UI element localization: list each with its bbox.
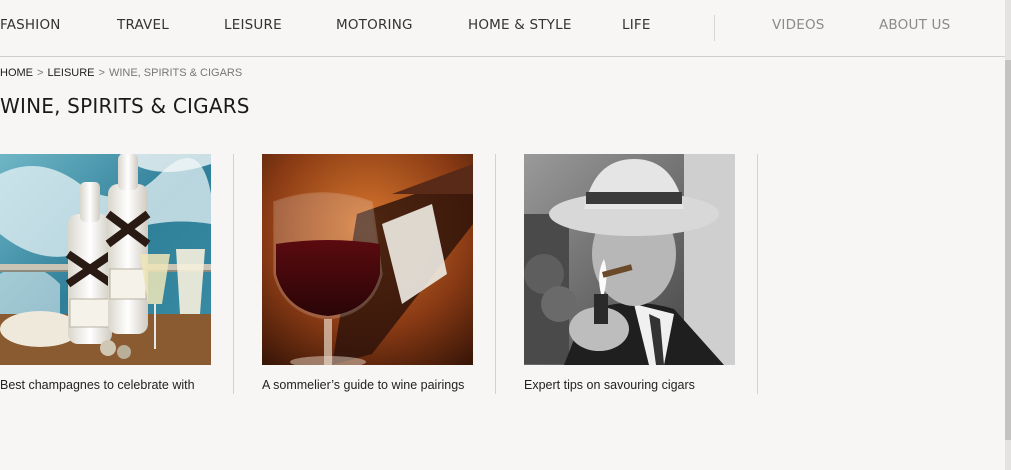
nav-item-videos[interactable]: VIDEOS — [772, 17, 825, 33]
breadcrumb-separator: > — [37, 67, 44, 79]
nav-item-fashion[interactable]: FASHION — [0, 17, 61, 33]
man-lighting-cigar-photo[interactable] — [524, 154, 735, 365]
champagne-bottles-photo[interactable] — [0, 154, 211, 365]
breadcrumb: HOME > LEISURE > WINE, SPIRITS & CIGARS — [0, 67, 242, 79]
article-card-wine[interactable]: A sommelier’s guide to wine pairings — [262, 154, 496, 394]
nav-item-leisure[interactable]: LEISURE — [224, 17, 282, 33]
main-nav: FASHION TRAVEL LEISURE MOTORING HOME & S… — [0, 0, 1005, 57]
breadcrumb-separator: > — [98, 67, 105, 79]
page: FASHION TRAVEL LEISURE MOTORING HOME & S… — [0, 0, 1011, 470]
page-title: WINE, SPIRITS & CIGARS — [0, 94, 250, 118]
card-divider — [495, 154, 496, 394]
nav-item-home-style[interactable]: HOME & STYLE — [468, 17, 572, 33]
breadcrumb-leisure[interactable]: LEISURE — [47, 67, 94, 79]
card-divider — [757, 154, 758, 394]
red-wine-glass-photo[interactable] — [262, 154, 473, 365]
nav-item-travel[interactable]: TRAVEL — [117, 17, 169, 33]
nav-item-motoring[interactable]: MOTORING — [336, 17, 413, 33]
article-link-cigars[interactable]: Expert tips on savouring cigars — [524, 378, 695, 392]
breadcrumb-home[interactable]: HOME — [0, 67, 33, 79]
nav-item-life[interactable]: LIFE — [622, 17, 651, 33]
nav-item-about-us[interactable]: ABOUT US — [879, 17, 950, 33]
breadcrumb-current: WINE, SPIRITS & CIGARS — [108, 67, 243, 79]
nav-divider — [714, 15, 715, 41]
article-card-cigars[interactable]: Expert tips on savouring cigars — [524, 154, 758, 394]
article-card-champagne[interactable]: Best champagnes to celebrate with — [0, 154, 234, 394]
vertical-scrollbar[interactable] — [1005, 0, 1011, 470]
article-link-wine[interactable]: A sommelier’s guide to wine pairings — [262, 378, 464, 392]
card-divider — [233, 154, 234, 394]
article-link-champagne[interactable]: Best champagnes to celebrate with — [0, 378, 195, 392]
scrollbar-thumb[interactable] — [1005, 60, 1011, 440]
